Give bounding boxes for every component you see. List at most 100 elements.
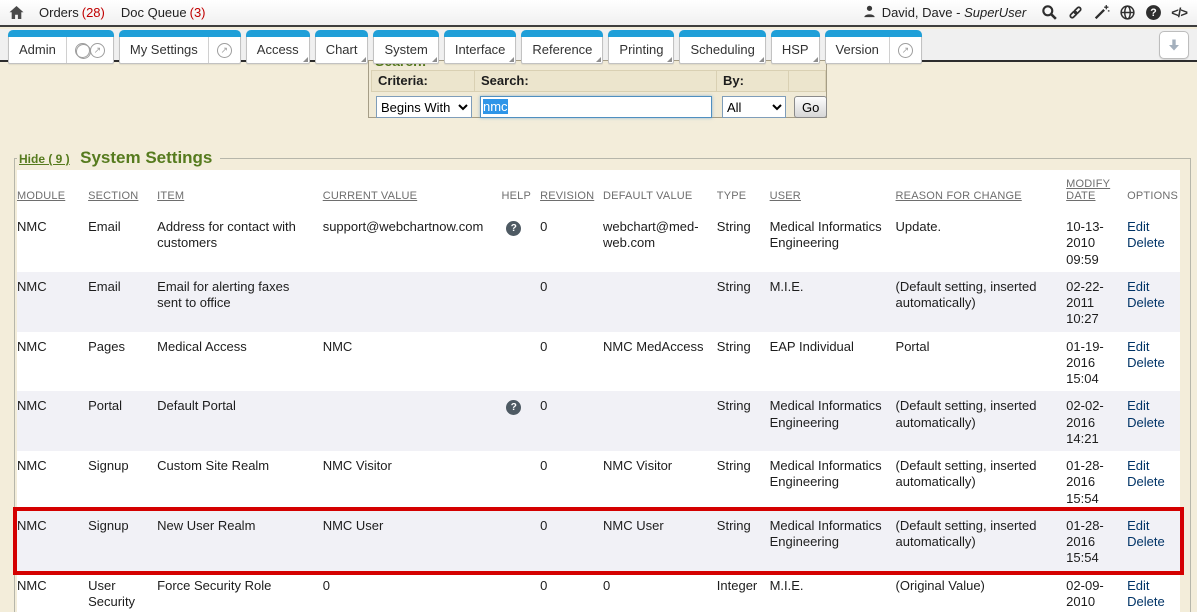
cell-module: NMC — [17, 212, 88, 272]
search-icon[interactable] — [1041, 4, 1058, 21]
external-link-icon: ↗ — [898, 43, 913, 58]
tab-accent — [444, 30, 517, 37]
cell-module: NMC — [17, 272, 88, 332]
tab-system[interactable]: System — [373, 30, 438, 64]
tab-hsp[interactable]: HSP — [771, 30, 820, 64]
delete-link[interactable]: Delete — [1127, 355, 1172, 371]
help-icon[interactable]: ? — [506, 400, 521, 415]
cell-revision: 0 — [540, 571, 603, 612]
tab-label: Access — [247, 37, 309, 63]
cell-user: M.I.E. — [770, 571, 896, 612]
edit-link[interactable]: Edit — [1127, 219, 1172, 235]
cell-type: String — [717, 332, 770, 392]
home-icon[interactable] — [8, 5, 25, 21]
tab-scheduling[interactable]: Scheduling — [679, 30, 765, 64]
tab-admin[interactable]: Admin ↗ — [8, 30, 114, 64]
hide-toggle-link[interactable]: Hide ( 9 ) — [19, 152, 70, 166]
cell-item: Force Security Role — [157, 571, 323, 612]
table-row: NMC Email Email for alerting faxes sent … — [17, 272, 1180, 332]
tab-access[interactable]: Access — [246, 30, 310, 64]
tab-bar: Admin ↗ My Settings ↗ Access Chart Syste… — [0, 29, 1197, 60]
col-current-value[interactable]: CURRENT VALUE — [323, 170, 502, 212]
tab-accent — [521, 30, 603, 37]
table-row: NMC Email Address for contact with custo… — [17, 212, 1180, 272]
cell-reason: (Default setting, inserted automatically… — [896, 451, 1067, 511]
cell-section: Signup — [88, 451, 157, 511]
edit-link[interactable]: Edit — [1127, 339, 1172, 355]
current-user: David, Dave - SuperUser — [862, 4, 1027, 22]
link-icon[interactable] — [1067, 4, 1084, 21]
code-icon[interactable]: </> — [1171, 5, 1187, 20]
globe-icon[interactable] — [1119, 4, 1136, 21]
col-section[interactable]: SECTION — [88, 170, 157, 212]
col-revision[interactable]: REVISION — [540, 170, 603, 212]
tab-version[interactable]: Version ↗ — [825, 30, 922, 64]
tab-popout[interactable]: ↗ — [66, 37, 113, 63]
col-item[interactable]: ITEM — [157, 170, 323, 212]
cell-section: Pages — [88, 332, 157, 392]
tab-label: Interface — [445, 37, 516, 63]
edit-link[interactable]: Edit — [1127, 279, 1172, 295]
tab-printing[interactable]: Printing — [608, 30, 674, 64]
criteria-select[interactable]: Begins With — [376, 96, 472, 118]
col-modify-date[interactable]: MODIFY DATE — [1066, 170, 1127, 212]
cell-item: Custom Site Realm — [157, 451, 323, 511]
cell-reason: (Default setting, inserted automatically… — [896, 272, 1067, 332]
cell-revision: 0 — [540, 212, 603, 272]
search-input[interactable]: nmc — [480, 96, 712, 118]
tab-my-settings[interactable]: My Settings ↗ — [119, 30, 241, 64]
menu-indicator-icon — [813, 57, 818, 62]
menu-indicator-icon — [596, 57, 601, 62]
orders-link[interactable]: Orders(28) — [39, 5, 105, 20]
search-input-value: nmc — [483, 99, 508, 114]
cell-current-value: NMC — [323, 332, 502, 392]
cell-modify-date: 10-13-2010 09:59 — [1066, 212, 1127, 272]
delete-link[interactable]: Delete — [1127, 415, 1172, 431]
cell-revision: 0 — [540, 332, 603, 392]
cell-item: Email for alerting faxes sent to office — [157, 272, 323, 332]
collapse-header-button[interactable] — [1159, 31, 1189, 59]
tab-popout[interactable]: ↗ — [208, 37, 240, 63]
tab-popout[interactable]: ↗ — [889, 37, 921, 63]
tab-reference[interactable]: Reference — [521, 30, 603, 64]
delete-link[interactable]: Delete — [1127, 534, 1172, 550]
col-user[interactable]: USER — [770, 170, 896, 212]
cell-reason: (Default setting, inserted automatically… — [896, 511, 1067, 571]
cell-type: String — [717, 511, 770, 571]
user-icon — [862, 4, 877, 22]
col-reason[interactable]: REASON FOR CHANGE — [896, 170, 1067, 212]
doc-queue-link[interactable]: Doc Queue(3) — [121, 5, 206, 20]
tab-label: Printing — [609, 37, 673, 63]
cell-user: Medical Informatics Engineering — [770, 391, 896, 451]
cell-reason: (Original Value) — [896, 571, 1067, 612]
external-link-icon: ↗ — [217, 43, 232, 58]
search-panel: Search: Criteria: Search: By: Begins Wit… — [368, 60, 827, 118]
tab-chart[interactable]: Chart — [315, 30, 369, 64]
cell-section: Email — [88, 272, 157, 332]
edit-link[interactable]: Edit — [1127, 398, 1172, 414]
by-select[interactable]: All — [722, 96, 786, 118]
help-icon[interactable]: ? — [506, 221, 521, 236]
tab-label: Chart — [316, 37, 368, 63]
down-arrow-icon — [1166, 37, 1182, 53]
wand-icon[interactable] — [1093, 4, 1110, 21]
col-module[interactable]: MODULE — [17, 170, 88, 212]
cell-item: Medical Access — [157, 332, 323, 392]
cell-revision: 0 — [540, 272, 603, 332]
tab-interface[interactable]: Interface — [444, 30, 517, 64]
go-button[interactable]: Go — [794, 96, 827, 118]
edit-link[interactable]: Edit — [1127, 458, 1172, 474]
page-title: System Settings — [80, 148, 212, 167]
cell-module: NMC — [17, 332, 88, 392]
delete-link[interactable]: Delete — [1127, 594, 1172, 610]
edit-link[interactable]: Edit — [1127, 518, 1172, 534]
delete-link[interactable]: Delete — [1127, 474, 1172, 490]
delete-link[interactable]: Delete — [1127, 235, 1172, 251]
cell-reason: (Default setting, inserted automatically… — [896, 391, 1067, 451]
criteria-label: Criteria: — [371, 70, 475, 92]
cell-module: NMC — [17, 391, 88, 451]
edit-link[interactable]: Edit — [1127, 578, 1172, 594]
tab-accent — [315, 30, 369, 37]
help-icon[interactable]: ? — [1145, 4, 1162, 21]
delete-link[interactable]: Delete — [1127, 295, 1172, 311]
